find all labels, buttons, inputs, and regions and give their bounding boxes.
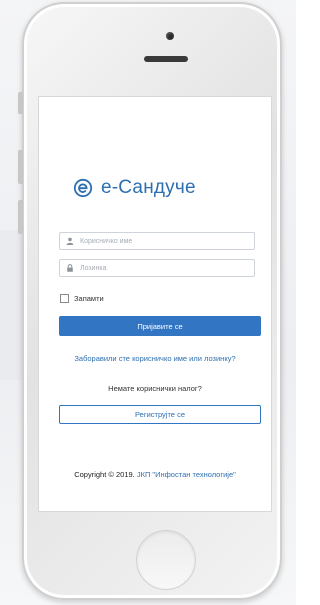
page-background: е-Сандуче Корисничко име Запамти Пријави… (0, 0, 296, 605)
no-account-text: Немате кориснички налог? (108, 384, 202, 393)
earpiece-speaker (144, 56, 188, 62)
front-camera (166, 32, 174, 40)
username-input[interactable] (80, 237, 240, 245)
password-field[interactable] (59, 259, 255, 277)
user-icon (65, 236, 75, 246)
mute-switch (18, 92, 23, 114)
remember-me[interactable]: Запамти (60, 294, 104, 303)
organization-link[interactable]: ЈКП "Инфостан технологије" (137, 470, 236, 479)
login-button[interactable]: Пријавите се (59, 316, 261, 336)
volume-up-button (18, 150, 23, 184)
forgot-credentials-link[interactable]: Заборавили сте корисничко име или лозинк… (39, 354, 271, 363)
phone-screen: е-Сандуче Корисничко име Запамти Пријави… (38, 96, 272, 512)
remember-label: Запамти (74, 294, 104, 303)
e-sanduce-logo-icon (73, 178, 93, 198)
copyright-footer: Copyright © 2019. ЈКП "Инфостан технолог… (39, 470, 271, 479)
password-input[interactable] (80, 264, 240, 272)
app-logo: е-Сандуче (73, 177, 196, 199)
phone-frame: е-Сандуче Корисничко име Запамти Пријави… (18, 2, 282, 600)
home-button (136, 530, 196, 590)
volume-down-button (18, 200, 23, 234)
register-button[interactable]: Региструјте се (59, 405, 261, 424)
remember-checkbox[interactable] (60, 294, 69, 303)
copyright-text: Copyright © 2019. (74, 470, 135, 479)
lock-icon (65, 263, 75, 273)
brand-name: е-Сандуче (101, 177, 196, 198)
username-field[interactable] (59, 232, 255, 250)
